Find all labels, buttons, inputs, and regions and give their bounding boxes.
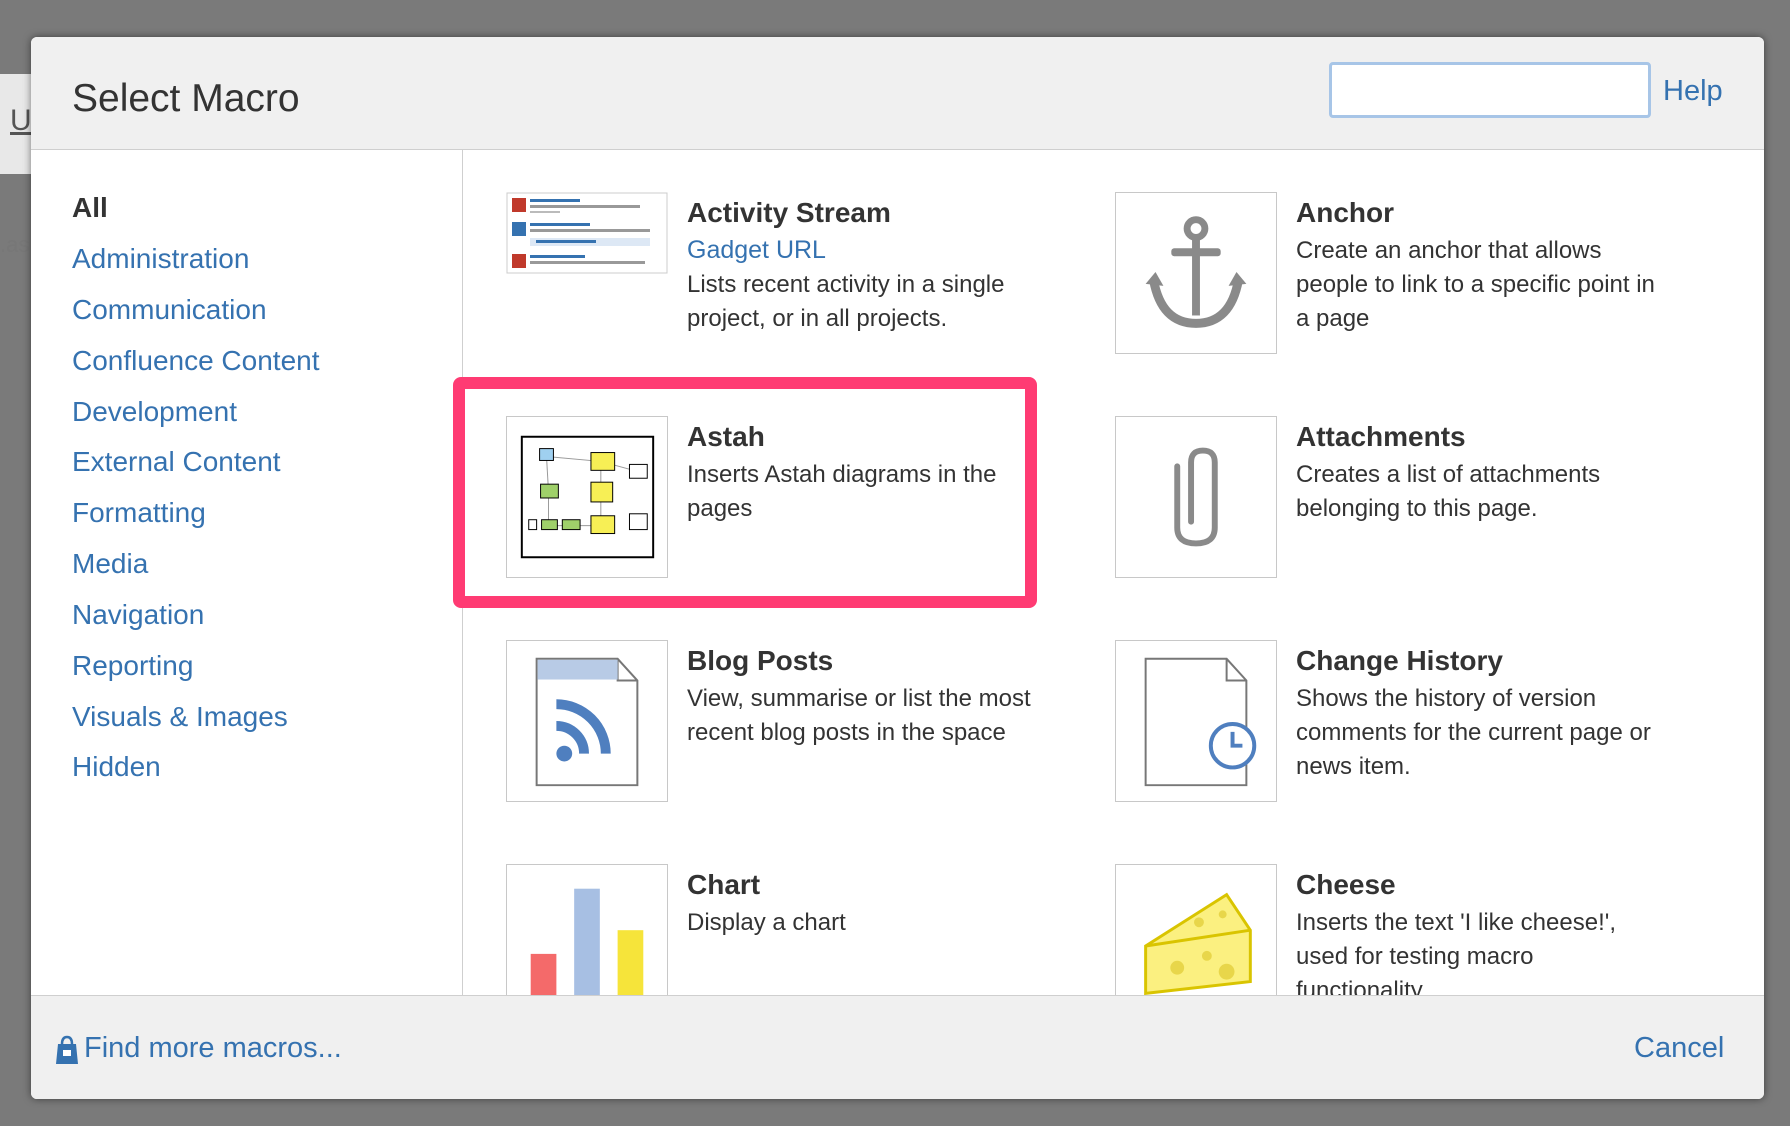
sidebar-item-visuals-images[interactable]: Visuals & Images [72, 701, 288, 733]
dialog-footer: Find more macros... Cancel [31, 995, 1764, 1099]
astah-diagram-icon [506, 416, 668, 578]
macro-chart[interactable]: Chart Display a chart [506, 864, 1066, 995]
sidebar-item-confluence-content[interactable]: Confluence Content [72, 345, 320, 377]
gadget-url-link[interactable]: Gadget URL [687, 236, 826, 265]
sidebar-item-external-content[interactable]: External Content [72, 446, 281, 478]
dialog-header: Select Macro Help [31, 37, 1764, 150]
anchor-icon [1115, 192, 1277, 354]
dialog-title: Select Macro [72, 77, 300, 120]
sidebar-item-formatting[interactable]: Formatting [72, 497, 206, 529]
select-macro-dialog: Select Macro Help All Administration Com… [31, 37, 1764, 1099]
help-link[interactable]: Help [1663, 75, 1723, 108]
sidebar-item-hidden[interactable]: Hidden [72, 751, 161, 783]
paperclip-icon [1115, 416, 1277, 578]
macro-attachments[interactable]: Attachments Creates a list of attachment… [1115, 416, 1675, 606]
macro-description: Inserts Astah diagrams in the pages [687, 461, 997, 522]
find-more-macros-link[interactable]: Find more macros... [84, 1032, 342, 1065]
sidebar-item-communication[interactable]: Communication [72, 294, 267, 326]
category-sidebar: All Administration Communication Conflue… [31, 150, 463, 995]
macro-name: Anchor [1296, 197, 1394, 228]
cancel-button[interactable]: Cancel [1634, 1032, 1724, 1065]
macro-name: Blog Posts [687, 645, 834, 676]
rss-document-icon [506, 640, 668, 802]
macro-cheese[interactable]: Cheese Inserts the text 'I like cheese!'… [1115, 864, 1675, 995]
sidebar-item-media[interactable]: Media [72, 548, 148, 580]
macro-name: Change History [1296, 645, 1503, 676]
macro-name: Chart [687, 869, 761, 900]
macro-description: Lists recent activity in a single projec… [687, 271, 1005, 332]
macro-description: Creates a list of attachments belonging … [1296, 461, 1601, 522]
activity-stream-icon [506, 192, 668, 354]
bar-chart-icon [506, 864, 668, 995]
macro-anchor[interactable]: Anchor Create an anchor that allows peop… [1115, 192, 1675, 382]
sidebar-item-reporting[interactable]: Reporting [72, 650, 193, 682]
macro-description: Display a chart [687, 909, 846, 936]
sidebar-item-navigation[interactable]: Navigation [72, 599, 204, 631]
background-partial-text: .as [0, 232, 30, 257]
sidebar-item-administration[interactable]: Administration [72, 243, 249, 275]
marketplace-bag-icon [56, 1035, 78, 1064]
macro-change-history[interactable]: Change History Shows the history of vers… [1115, 640, 1675, 830]
macro-description: Shows the history of version comments fo… [1296, 685, 1651, 780]
document-clock-icon [1115, 640, 1277, 802]
macro-name: Attachments [1296, 421, 1466, 452]
background-text: U [10, 104, 32, 137]
macro-search-input[interactable] [1329, 62, 1651, 118]
macro-activity-stream[interactable]: Activity Stream Gadget URL Lists recent … [506, 192, 1066, 382]
macro-astah[interactable]: Astah Inserts Astah diagrams in the page… [506, 416, 1066, 606]
sidebar-item-development[interactable]: Development [72, 396, 237, 428]
cheese-icon [1115, 864, 1277, 995]
macro-name: Astah [687, 421, 765, 452]
macro-name: Cheese [1296, 869, 1396, 900]
macro-description: Create an anchor that allows people to l… [1296, 237, 1655, 332]
macro-list: Activity Stream Gadget URL Lists recent … [463, 150, 1764, 995]
macro-description: View, summarise or list the most recent … [687, 685, 1031, 746]
macro-description: Inserts the text 'I like cheese!', used … [1296, 909, 1616, 995]
macro-blog-posts[interactable]: Blog Posts View, summarise or list the m… [506, 640, 1066, 830]
macro-name: Activity Stream [687, 197, 891, 228]
sidebar-item-all[interactable]: All [72, 192, 108, 224]
